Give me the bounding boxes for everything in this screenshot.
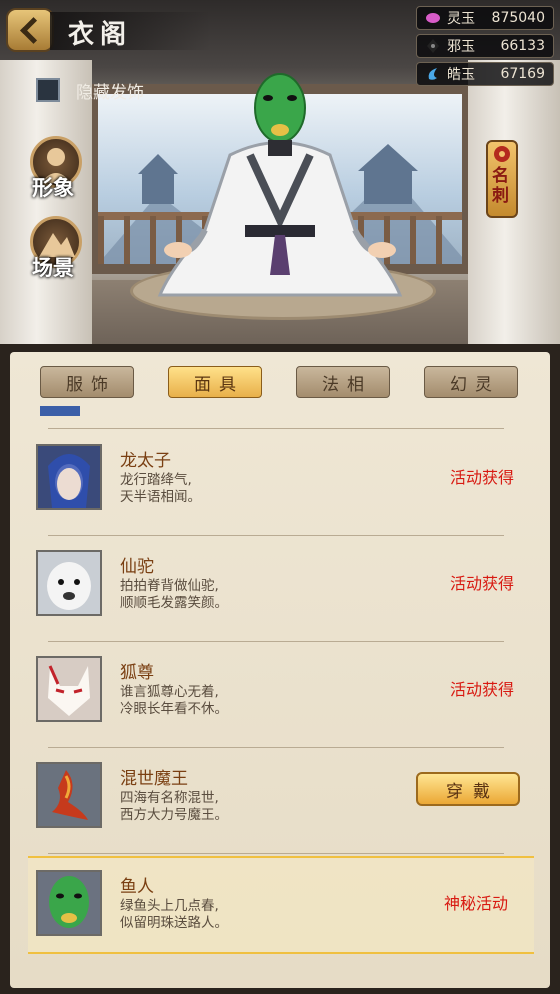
hide-accessory-label: 隐藏发饰 xyxy=(76,82,144,103)
item-description: 谁言狐尊心无着, 冷眼长年看不休。 xyxy=(120,684,228,717)
list-item[interactable]: 狐尊 谁言狐尊心无着, 冷眼长年看不休。 活动获得 xyxy=(28,642,534,748)
tab-spirit[interactable]: 幻灵 xyxy=(424,366,518,398)
item-name: 仙驼 xyxy=(120,557,154,577)
name-card-label: 名刺 xyxy=(492,166,509,206)
currency-name: 邪玉 xyxy=(447,39,475,55)
hide-accessory-checkbox[interactable] xyxy=(36,78,60,102)
item-name: 狐尊 xyxy=(120,663,154,683)
list-item-selected[interactable]: 鱼人 绿鱼头上几点春, 似留明珠送路人。 神秘活动 xyxy=(28,856,534,954)
appearance-label: 形象 xyxy=(32,175,74,200)
item-status: 活动获得 xyxy=(449,574,514,593)
tab-costume[interactable]: 服饰 xyxy=(40,366,134,398)
back-arrow-icon xyxy=(19,16,47,44)
page-title: 衣阁 xyxy=(68,20,133,50)
hide-accessory-toggle[interactable]: 隐藏发饰 xyxy=(36,76,144,104)
panel-paper: 服饰 面具 法相 幻灵 龙太子 龙行踏绛气, 天半语相闻。 活动获得 仙驼 拍拍… xyxy=(10,352,550,988)
list-item[interactable]: 龙太子 龙行踏绛气, 天半语相闻。 活动获得 xyxy=(28,430,534,536)
currency-name: 皓玉 xyxy=(447,67,475,83)
list-item[interactable]: 仙驼 拍拍脊背做仙驼, 顺顺毛发露笑颜。 活动获得 xyxy=(28,536,534,642)
currency-value: 66133 xyxy=(500,38,545,54)
back-button[interactable] xyxy=(6,8,54,52)
mask-list[interactable]: 龙太子 龙行踏绛气, 天半语相闻。 活动获得 仙驼 拍拍脊背做仙驼, 顺顺毛发露笑颜… xyxy=(28,406,534,986)
currency-bright-jade: 皓玉 67169 xyxy=(416,62,554,86)
demon-king-mask-icon xyxy=(36,762,102,828)
spirit-jade-icon xyxy=(425,10,441,26)
item-status: 活动获得 xyxy=(449,468,514,487)
item-description: 拍拍脊背做仙驼, 顺顺毛发露笑颜。 xyxy=(120,578,228,611)
item-description: 四海有名称混世, 西方大力号魔王。 xyxy=(120,790,228,823)
evil-jade-icon xyxy=(425,38,441,54)
character-model[interactable] xyxy=(150,60,410,320)
currency-value: 67169 xyxy=(500,66,545,82)
currency-name: 灵玉 xyxy=(447,11,475,27)
item-description: 龙行踏绛气, 天半语相闻。 xyxy=(120,472,201,505)
currency-spirit-jade: 灵玉 875040 xyxy=(416,6,554,30)
item-name: 混世魔王 xyxy=(120,769,188,789)
partial-mask-icon xyxy=(40,406,80,416)
list-item[interactable]: 混世魔王 四海有名称混世, 西方大力号魔王。 穿戴 xyxy=(28,748,534,854)
item-description: 绿鱼头上几点春, 似留明珠送路人。 xyxy=(120,898,228,931)
fishman-mask-icon xyxy=(36,870,102,936)
item-name: 龙太子 xyxy=(120,451,171,471)
alpaca-mask-icon xyxy=(36,550,102,616)
scene-label: 场景 xyxy=(32,255,74,280)
item-name: 鱼人 xyxy=(120,877,154,897)
currency-evil-jade: 邪玉 66133 xyxy=(416,34,554,58)
item-status: 神秘活动 xyxy=(443,894,508,913)
category-tabs: 服饰 面具 法相 幻灵 xyxy=(10,366,550,402)
mask-panel: 服饰 面具 法相 幻灵 龙太子 龙行踏绛气, 天半语相闻。 活动获得 仙驼 拍拍… xyxy=(0,344,560,994)
tab-dharma[interactable]: 法相 xyxy=(296,366,390,398)
item-status: 活动获得 xyxy=(449,680,514,699)
bright-jade-icon xyxy=(425,66,441,82)
cloud-emblem-icon xyxy=(494,146,510,162)
currency-value: 875040 xyxy=(491,10,545,26)
wear-button[interactable]: 穿戴 xyxy=(416,772,520,806)
fox-mask-icon xyxy=(36,656,102,722)
dragon-prince-mask-icon xyxy=(36,444,102,510)
tab-mask[interactable]: 面具 xyxy=(168,366,262,398)
